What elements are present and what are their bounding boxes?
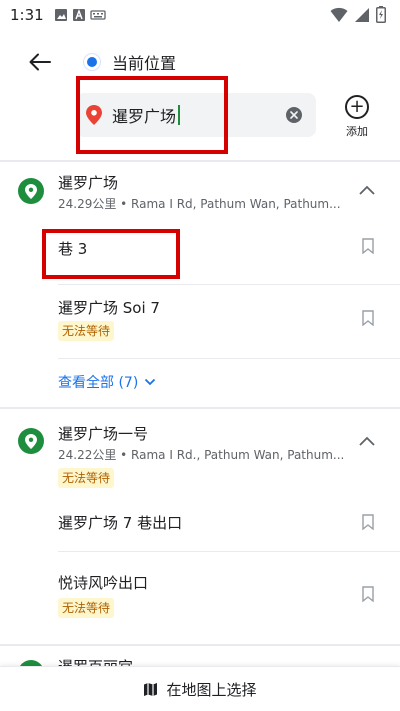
bookmark-icon[interactable] (362, 586, 374, 602)
arrow-back-icon (29, 53, 51, 71)
result-title[interactable]: 暹罗广场一号 (58, 423, 148, 444)
status-badge: 无法等待 (58, 468, 115, 488)
chevron-up-icon[interactable] (358, 435, 376, 447)
status-badge: 无法等待 (58, 321, 115, 341)
see-all-link[interactable]: 查看全部 (7) (58, 372, 156, 392)
section-divider (0, 407, 400, 409)
highlight-box-search (76, 76, 228, 154)
highlight-box-sub-result (42, 229, 180, 279)
a-icon (72, 9, 85, 21)
clear-button[interactable] (286, 107, 302, 123)
wifi-icon (330, 7, 348, 22)
sub-result-title[interactable]: 暹罗广场 Soi 7 (58, 297, 160, 318)
header-divider (0, 160, 400, 162)
battery-charging-icon (376, 6, 386, 23)
choose-on-map-label: 在地图上选择 (166, 680, 257, 699)
row-divider (58, 551, 400, 552)
see-all-label: 查看全部 (7) (58, 375, 139, 391)
image-icon (54, 9, 67, 21)
status-badge: 无法等待 (58, 598, 115, 618)
status-time: 1:31 (10, 6, 44, 24)
origin-label: 当前位置 (112, 54, 177, 73)
row-divider (58, 284, 400, 285)
chevron-down-icon (145, 378, 156, 386)
place-pin-icon (18, 178, 44, 204)
close-icon (290, 111, 298, 119)
sub-result-title[interactable]: 悦诗风吟出口 (58, 572, 148, 593)
result-subtitle: 24.22公里 • Rama I Rd., Pathum Wan, Pathum… (58, 448, 345, 462)
map-icon (144, 682, 158, 696)
back-button[interactable] (26, 50, 54, 74)
chevron-up-icon[interactable] (358, 184, 376, 196)
row-divider (58, 358, 400, 359)
place-pin-icon (18, 428, 44, 454)
sub-result-title[interactable]: 暹罗广场 7 巷出口 (58, 512, 182, 533)
status-bar: 1:31 (0, 0, 400, 30)
result-title[interactable]: 暹罗广场 (58, 172, 118, 193)
choose-on-map-button[interactable]: 在地图上选择 (0, 666, 400, 711)
signal-icon (355, 7, 369, 22)
add-stop-button[interactable]: + 添加 (340, 95, 374, 139)
section-divider (0, 644, 400, 646)
add-circle-icon: + (345, 95, 369, 119)
current-location-icon (84, 54, 100, 70)
result-subtitle: 24.29公里 • Rama I Rd, Pathum Wan, Pathum.… (58, 197, 341, 211)
bookmark-icon[interactable] (362, 310, 374, 326)
bookmark-icon[interactable] (362, 514, 374, 530)
add-label: 添加 (346, 125, 368, 138)
bookmark-icon[interactable] (362, 238, 374, 254)
keyboard-icon (90, 10, 106, 20)
origin-row[interactable]: 当前位置 (84, 50, 176, 74)
